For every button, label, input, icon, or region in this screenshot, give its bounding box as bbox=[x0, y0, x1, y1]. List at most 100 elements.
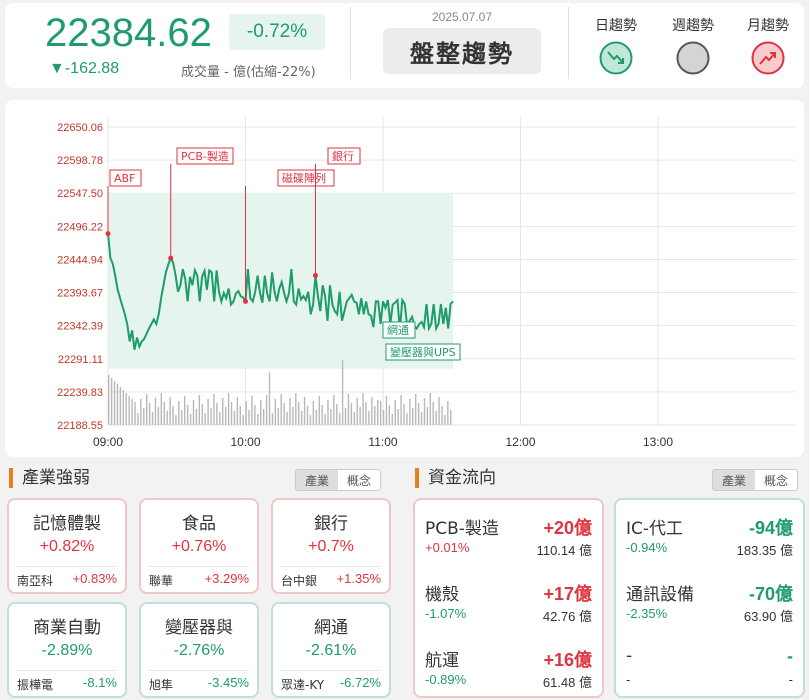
volume-bar bbox=[324, 414, 326, 425]
x-tick-label: 12:00 bbox=[505, 435, 535, 449]
fund-flow-row[interactable]: 通訊設備 -70億 -2.35% 63.90 億 bbox=[626, 580, 793, 628]
sector-card[interactable]: 記憶體製 +0.82% 南亞科 +0.83% bbox=[7, 498, 127, 594]
fund-flow-row[interactable]: PCB-製造 +20億 +0.01% 110.14 億 bbox=[425, 514, 592, 562]
fund-flow-value: -94億 bbox=[748, 518, 793, 538]
leading-stock-name: 眾達-KY bbox=[281, 678, 325, 692]
volume-bar bbox=[406, 413, 408, 425]
sector-card[interactable]: 食品 +0.76% 聯華 +3.29% bbox=[139, 498, 259, 594]
volume-bar bbox=[116, 384, 119, 425]
volume-bar bbox=[298, 402, 300, 425]
volume-bar bbox=[336, 404, 338, 425]
volume-bar bbox=[365, 402, 367, 425]
x-tick-label: 13:00 bbox=[643, 435, 673, 449]
fund-flow-value: - bbox=[787, 646, 793, 666]
fund-sector-pct: -1.07% bbox=[425, 606, 467, 621]
leading-stock-name: 台中銀 bbox=[281, 574, 318, 588]
volume-bar bbox=[306, 406, 309, 425]
sector-card[interactable]: 網通 -2.61% 眾達-KY -6.72% bbox=[271, 602, 391, 698]
leading-stock-pct: -8.1% bbox=[83, 675, 117, 690]
y-tick-label: 22342.39 bbox=[57, 321, 103, 333]
sector-card[interactable]: 商業自動 -2.89% 振樺電 -8.1% bbox=[7, 602, 127, 698]
sector-name: 商業自動 bbox=[33, 618, 101, 638]
volume-bar bbox=[429, 393, 432, 425]
volume-bar bbox=[227, 393, 230, 425]
tab-concept[interactable]: 概念 bbox=[755, 470, 797, 490]
volume-bar bbox=[110, 378, 113, 425]
volume-bar bbox=[423, 398, 426, 425]
fund-flow-row[interactable]: - - - - bbox=[626, 646, 793, 694]
volume-bar bbox=[350, 403, 353, 425]
neutral-circle-icon[interactable] bbox=[676, 41, 710, 75]
tab-industry[interactable]: 產業 bbox=[713, 470, 755, 490]
volume-bar bbox=[160, 393, 163, 425]
volume-bar bbox=[435, 411, 437, 425]
sector-name: 網通 bbox=[314, 618, 348, 638]
volume-bar bbox=[303, 397, 306, 425]
sector-pct: +0.76% bbox=[171, 538, 227, 555]
volume-bar bbox=[362, 393, 364, 425]
y-tick-label: 22291.11 bbox=[58, 354, 103, 366]
fund-flow-value: -70億 bbox=[748, 584, 793, 604]
trade-date: 2025.07.07 bbox=[431, 10, 493, 24]
volume-bar bbox=[178, 401, 180, 425]
volume-bar bbox=[277, 408, 279, 425]
volume-bar bbox=[233, 411, 236, 425]
trend-up-icon[interactable] bbox=[751, 41, 785, 75]
x-tick-label: 09:00 bbox=[93, 435, 123, 449]
volume-bar bbox=[371, 397, 373, 425]
y-tick-label: 22393.67 bbox=[57, 288, 103, 300]
volume-bar bbox=[239, 406, 241, 425]
volume-bar bbox=[260, 400, 262, 425]
volume-bar bbox=[391, 414, 394, 425]
volume-bar bbox=[166, 411, 168, 425]
annotation-marker bbox=[312, 273, 318, 279]
volume-bar bbox=[154, 398, 157, 425]
leading-stock-pct: -3.45% bbox=[207, 675, 249, 690]
volume-bar bbox=[321, 405, 323, 425]
volume-bar bbox=[169, 397, 171, 425]
sector-pct: +0.82% bbox=[39, 538, 95, 555]
sector-card[interactable]: 銀行 +0.7% 台中銀 +1.35% bbox=[271, 498, 391, 594]
sector-name: 變壓器與 bbox=[165, 618, 233, 638]
y-tick-label: 22444.94 bbox=[57, 254, 103, 266]
fund-sector-pct: -0.94% bbox=[626, 540, 668, 555]
annotation-marker bbox=[105, 231, 111, 237]
volume-bar bbox=[379, 401, 382, 425]
volume-bar bbox=[271, 413, 274, 425]
sector-strength-toggle: 產業 概念 bbox=[295, 469, 381, 491]
volume-bar bbox=[274, 399, 277, 425]
volume-bar bbox=[315, 410, 317, 425]
volume-bar bbox=[119, 387, 122, 425]
divider bbox=[281, 670, 381, 671]
tab-industry[interactable]: 產業 bbox=[296, 470, 338, 490]
fund-flow-value: +16億 bbox=[543, 650, 592, 670]
leading-stock-pct: +1.35% bbox=[336, 571, 381, 586]
volume-bar bbox=[254, 405, 256, 425]
leading-stock-name: 旭隼 bbox=[149, 678, 174, 692]
sector-name: 銀行 bbox=[314, 514, 348, 534]
fund-sector-amount: 110.14 億 bbox=[536, 543, 592, 558]
fund-flow-row[interactable]: 航運 +16億 -0.89% 61.48 億 bbox=[425, 646, 592, 694]
fund-flow-row[interactable]: 機殼 +17億 -1.07% 42.76 億 bbox=[425, 580, 592, 628]
fund-flow-row[interactable]: IC-代工 -94億 -0.94% 183.35 億 bbox=[626, 514, 793, 562]
volume-bar bbox=[292, 407, 294, 425]
volume-bar bbox=[113, 381, 116, 425]
fund-flow-toggle: 產業 概念 bbox=[712, 469, 798, 491]
weekly-trend-label: 週趨勢 bbox=[672, 18, 714, 34]
volume-bar bbox=[248, 410, 250, 425]
volume-bar bbox=[318, 396, 320, 425]
annotation-label: 變壓器與UPS bbox=[390, 345, 456, 359]
trend-down-icon[interactable] bbox=[599, 41, 633, 75]
volume-bar bbox=[140, 399, 142, 425]
leading-stock-pct: +3.29% bbox=[204, 571, 249, 586]
sector-name: 記憶體製 bbox=[33, 514, 101, 534]
tab-concept[interactable]: 概念 bbox=[338, 470, 380, 490]
volume-bar bbox=[344, 408, 347, 425]
sector-card[interactable]: 變壓器與 -2.76% 旭隼 -3.45% bbox=[139, 602, 259, 698]
volume-bar bbox=[257, 414, 259, 425]
fund-sector-amount: 42.76 億 bbox=[542, 609, 592, 624]
annotation-label: PCB-製造 bbox=[181, 149, 229, 163]
volume-bar bbox=[163, 402, 165, 425]
volume-bar bbox=[409, 399, 411, 425]
volume-bar bbox=[417, 403, 420, 425]
